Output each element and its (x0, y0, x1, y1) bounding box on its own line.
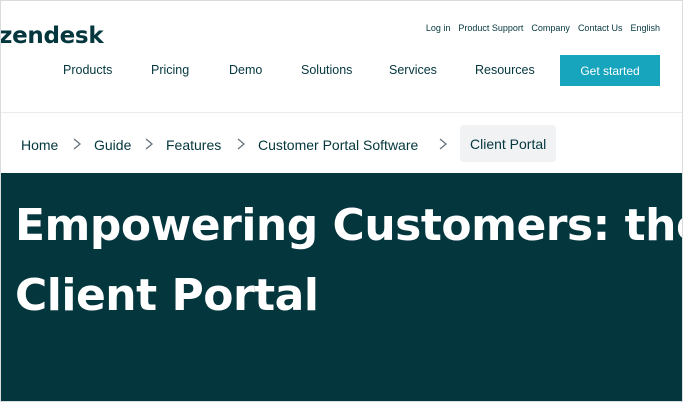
breadcrumb-customer-portal-software[interactable]: Customer Portal Software (258, 137, 418, 153)
language-selector[interactable]: English (630, 23, 660, 33)
page-title: Empowering Customers: the Client Portal (15, 191, 683, 331)
get-started-button[interactable]: Get started (560, 55, 660, 86)
nav-solutions[interactable]: Solutions (301, 63, 352, 77)
chevron-right-icon (145, 138, 154, 150)
breadcrumb-features[interactable]: Features (166, 137, 221, 153)
contact-us-link[interactable]: Contact Us (578, 23, 623, 33)
browser-viewport: zendesk Log in Product Support Company C… (0, 0, 683, 402)
breadcrumb-guide[interactable]: Guide (94, 137, 131, 153)
utility-nav: Log in Product Support Company Contact U… (418, 23, 660, 33)
chevron-right-icon (73, 138, 82, 150)
chevron-right-icon (237, 138, 246, 150)
zendesk-logo[interactable]: zendesk (1, 23, 104, 49)
hero-banner: Empowering Customers: the Client Portal (1, 173, 683, 401)
nav-demo[interactable]: Demo (229, 63, 262, 77)
chevron-right-icon (439, 138, 448, 150)
company-link[interactable]: Company (531, 23, 570, 33)
breadcrumb-home[interactable]: Home (21, 137, 58, 153)
breadcrumb: Home Guide Features Customer Portal Soft… (1, 113, 682, 173)
nav-products[interactable]: Products (63, 63, 112, 77)
nav-services[interactable]: Services (389, 63, 437, 77)
breadcrumb-current: Client Portal (460, 125, 557, 162)
nav-pricing[interactable]: Pricing (151, 63, 189, 77)
page-title-line-1: Empowering Customers: the (15, 200, 683, 251)
nav-resources[interactable]: Resources (475, 63, 535, 77)
site-header: zendesk Log in Product Support Company C… (1, 1, 682, 113)
login-link[interactable]: Log in (426, 23, 451, 33)
page-title-line-2: Client Portal (15, 270, 319, 321)
product-support-link[interactable]: Product Support (458, 23, 523, 33)
